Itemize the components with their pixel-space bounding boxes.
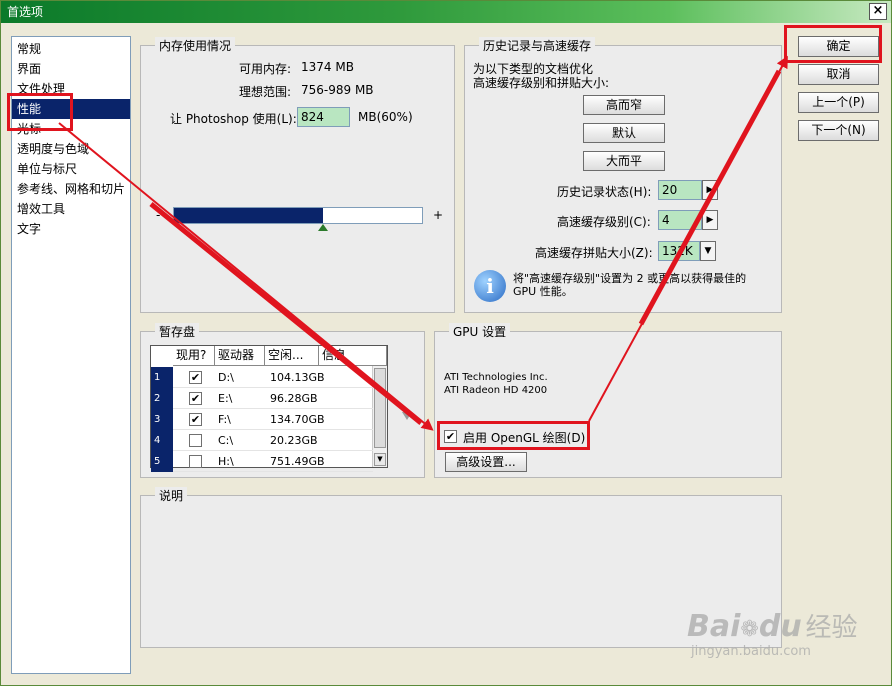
description-title: 说明 — [155, 487, 188, 504]
history-states-input[interactable]: 20 — [658, 180, 702, 200]
available-memory-value: 1374 MB — [301, 60, 354, 74]
active-checkbox[interactable]: ✔ — [189, 371, 202, 384]
info-icon: i — [474, 270, 506, 302]
close-button[interactable]: × — [869, 3, 887, 20]
row-number: 1 — [151, 367, 173, 388]
memory-use-input[interactable]: 824 — [297, 107, 350, 127]
memory-use-unit: MB(60%) — [358, 110, 413, 124]
slider-plus-label: + — [433, 208, 444, 222]
nav-item[interactable]: 界面 — [12, 59, 130, 79]
free-space-cell: 134.70GB — [270, 413, 325, 426]
baidu-watermark: Bai❁du 经验 jingyan.baidu.com — [687, 607, 858, 659]
default-button[interactable]: 默认 — [583, 123, 665, 143]
paw-icon: ❁ — [740, 617, 759, 642]
row-number: 5 — [151, 451, 173, 472]
table-row[interactable]: 4 C:\ 20.23GB — [151, 430, 373, 451]
ideal-range-value: 756-989 MB — [301, 83, 374, 97]
nav-item[interactable]: 文字 — [12, 219, 130, 239]
watermark-brand-cn: 经验 — [805, 613, 858, 643]
drive-cell: F:\ — [218, 413, 231, 426]
column-header-free[interactable]: 空闲... — [265, 346, 319, 366]
watermark-brand-du: du — [758, 609, 802, 644]
gpu-info-line2: GPU 性能。 — [513, 285, 573, 298]
drive-cell: C:\ — [218, 434, 234, 447]
row-number: 3 — [151, 409, 173, 430]
gpu-vendor: ATI Technologies Inc. — [444, 372, 548, 383]
preferences-dialog: 首选项 × 常规 界面 文件处理 性能 光标 透明度与色域 单位与标尺 参考线、网格和切片 增效… — [0, 0, 892, 686]
cancel-button[interactable]: 取消 — [798, 64, 879, 85]
nav-item[interactable]: 透明度与色域 — [12, 139, 130, 159]
gpu-model: ATI Radeon HD 4200 — [444, 385, 548, 396]
photoshop-use-label: 让 Photoshop 使用(L): — [170, 112, 297, 126]
scroll-down-arrow[interactable]: ▼ — [374, 453, 386, 466]
annotation-box-ok — [784, 25, 882, 63]
column-header-info[interactable]: 信息 — [319, 346, 387, 366]
nav-item[interactable]: 单位与标尺 — [12, 159, 130, 179]
history-cache-group: 历史记录与高速缓存 为以下类型的文档优化 高速缓存级别和拼贴大小: 高而窄 默认… — [464, 37, 782, 313]
active-checkbox[interactable] — [189, 434, 202, 447]
category-list: 常规 界面 文件处理 性能 光标 透明度与色域 单位与标尺 参考线、网格和切片 增效工具 文字 — [11, 36, 131, 674]
description-group: 说明 — [140, 487, 782, 648]
active-checkbox[interactable]: ✔ — [189, 392, 202, 405]
title-bar: 首选项 — [1, 1, 891, 23]
table-row[interactable]: 5 H:\ 751.49GB — [151, 451, 373, 472]
optimize-desc-line2: 高速缓存级别和拼贴大小: — [473, 76, 610, 90]
table-row[interactable]: 3 ✔ F:\ 134.70GB — [151, 409, 373, 430]
free-space-cell: 104.13GB — [270, 371, 325, 384]
scratch-disks-title: 暂存盘 — [155, 323, 200, 340]
active-checkbox[interactable] — [189, 455, 202, 468]
scratch-disks-table: 现用? 驱动器 空闲... 信息 ▼ 1 ✔ D:\ 104.13GB 2 ✔ E:\ 96.… — [150, 345, 388, 472]
tall-thin-button[interactable]: 高而窄 — [583, 95, 665, 115]
slider-minus-label: - — [156, 208, 161, 222]
free-space-cell: 751.49GB — [270, 455, 325, 468]
active-checkbox[interactable]: ✔ — [189, 413, 202, 426]
drive-cell: D:\ — [218, 371, 234, 384]
available-memory-label: 可用内存: — [239, 62, 292, 76]
history-states-arrow[interactable]: ▶ — [702, 180, 718, 200]
free-space-cell: 20.23GB — [270, 434, 318, 447]
drive-cell: E:\ — [218, 392, 233, 405]
move-down-arrow-icon[interactable] — [402, 412, 412, 420]
table-row[interactable]: 2 ✔ E:\ 96.28GB — [151, 388, 373, 409]
ideal-range-label: 理想范围: — [239, 85, 292, 99]
watermark-url: jingyan.baidu.com — [691, 644, 811, 659]
advanced-settings-button[interactable]: 高级设置... — [445, 452, 527, 472]
history-states-label: 历史记录状态(H): — [557, 185, 652, 199]
row-number: 2 — [151, 388, 173, 409]
nav-item[interactable]: 参考线、网格和切片 — [12, 179, 130, 199]
big-flat-button[interactable]: 大而平 — [583, 151, 665, 171]
nav-item[interactable]: 常规 — [12, 39, 130, 59]
nav-item[interactable]: 增效工具 — [12, 199, 130, 219]
table-row[interactable]: 1 ✔ D:\ 104.13GB — [151, 367, 373, 388]
column-header-drive[interactable]: 驱动器 — [215, 346, 265, 366]
scrollbar-thumb[interactable] — [374, 368, 386, 448]
annotation-box-performance — [7, 93, 73, 131]
gpu-settings-group: GPU 设置 ATI Technologies Inc. ATI Radeon … — [434, 323, 782, 478]
memory-usage-group: 内存使用情况 可用内存: 1374 MB 理想范围: 756-989 MB 让 … — [140, 37, 455, 313]
previous-button[interactable]: 上一个(P) — [798, 92, 879, 113]
memory-slider-fill — [174, 208, 323, 223]
column-header-active[interactable]: 现用? — [173, 346, 215, 366]
tile-size-dropdown-arrow[interactable]: ▼ — [700, 241, 716, 261]
cache-levels-arrow[interactable]: ▶ — [702, 210, 718, 230]
tile-size-label: 高速缓存拼贴大小(Z): — [535, 246, 653, 260]
scratch-table-scrollbar[interactable]: ▼ — [372, 366, 387, 467]
annotation-box-opengl — [437, 421, 590, 450]
window-title: 首选项 — [7, 5, 44, 19]
memory-slider-thumb[interactable] — [318, 224, 328, 231]
history-cache-title: 历史记录与高速缓存 — [479, 37, 596, 54]
next-button[interactable]: 下一个(N) — [798, 120, 879, 141]
free-space-cell: 96.28GB — [270, 392, 318, 405]
cache-levels-label: 高速缓存级别(C): — [557, 215, 651, 229]
drive-cell: H:\ — [218, 455, 234, 468]
tile-size-select[interactable]: 132K — [658, 241, 700, 261]
watermark-brand: Bai — [687, 609, 741, 644]
gpu-settings-title: GPU 设置 — [449, 323, 511, 340]
memory-usage-title: 内存使用情况 — [155, 37, 236, 54]
cache-levels-input[interactable]: 4 — [658, 210, 702, 230]
memory-slider-track[interactable] — [173, 207, 423, 224]
row-number: 4 — [151, 430, 173, 451]
